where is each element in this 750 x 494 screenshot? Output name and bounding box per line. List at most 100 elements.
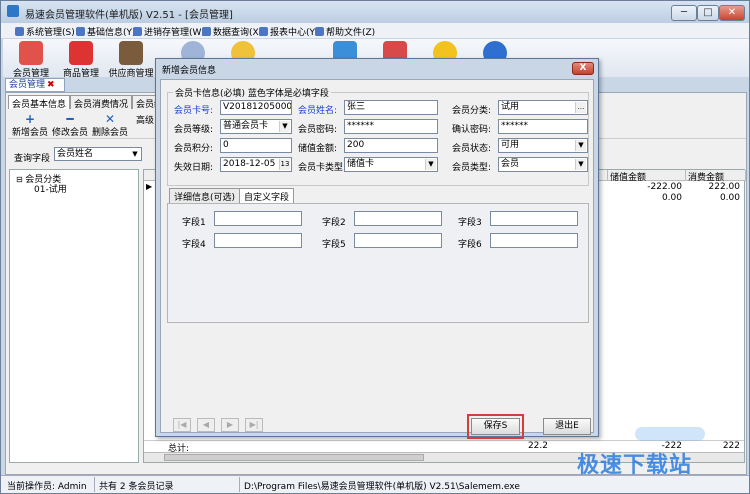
member-type-value: 会员 — [501, 159, 520, 169]
level-label: 会员等级: — [174, 125, 214, 135]
delete-member-button[interactable]: ✕ 删除会员 — [92, 113, 128, 138]
category-input[interactable]: 试用... — [498, 100, 588, 115]
grid-cell-balance[interactable]: 0.00 — [616, 193, 682, 203]
last-record-button[interactable]: ▶| — [245, 418, 263, 432]
query-field-value: 会员姓名 — [57, 149, 94, 159]
stored-input[interactable]: 200 — [344, 138, 438, 153]
maximize-button[interactable]: □ — [697, 5, 719, 21]
query-field-select[interactable]: 会员姓名 ▼ — [54, 147, 142, 161]
custom-field-2-input[interactable] — [354, 211, 442, 226]
points-input[interactable]: 0 — [220, 138, 292, 153]
minimize-button[interactable]: ─ — [671, 5, 697, 21]
product-icon — [69, 41, 93, 65]
app-icon — [7, 5, 19, 17]
row-pointer-icon: ▶ — [146, 182, 153, 191]
grid-footer-total: 22.2 — [527, 441, 548, 451]
menu-system[interactable]: 系统管理(S) — [15, 25, 75, 38]
close-button[interactable]: ✕ — [719, 5, 745, 21]
menu-query[interactable]: 数据查询(X) — [202, 25, 262, 38]
status-divider — [239, 477, 240, 492]
first-record-button[interactable]: |◀ — [173, 418, 191, 432]
grid-cell-balance[interactable]: -222.00 — [616, 182, 682, 192]
card-type-select[interactable]: 储值卡 ▼ — [344, 157, 438, 172]
custom-field-3-input[interactable] — [490, 211, 578, 226]
chevron-down-icon: ▼ — [425, 159, 436, 170]
scroll-thumb[interactable] — [164, 454, 424, 461]
status-count: 共有 2 条会员记录 — [99, 482, 174, 492]
card-info-group: 会员卡号: V201812050001 会员姓名: 张三 会员分类: 试用...… — [167, 92, 589, 186]
level-value: 普通会员卡 — [223, 121, 269, 131]
expire-date-input[interactable]: 2018-12-05 13 — [220, 157, 292, 172]
status-operator: 当前操作员: Admin — [7, 482, 87, 492]
menu-help[interactable]: 帮助文件(Z) — [315, 25, 375, 38]
state-select[interactable]: 可用 ▼ — [498, 138, 588, 153]
ellipsis-button[interactable]: ... — [575, 102, 586, 113]
confirm-input[interactable]: ****** — [498, 119, 588, 134]
tab-member-basic[interactable]: 会员基本信息 — [8, 95, 71, 110]
supplier-manage-button[interactable]: 供应商管理 — [107, 41, 155, 79]
custom-field-label: 字段4 — [182, 240, 206, 250]
prev-record-button[interactable]: ◀ — [197, 418, 215, 432]
dialog-close-button[interactable]: X — [572, 62, 594, 75]
grid-col-spent[interactable]: 消费金额 — [686, 170, 746, 183]
stored-label: 储值金额: — [298, 144, 338, 154]
add-member-button[interactable]: + 新增会员 — [12, 113, 48, 138]
advanced-button[interactable]: 高级 — [136, 113, 154, 126]
card-no-input[interactable]: V201812050001 — [220, 100, 292, 115]
button-label: 高级 — [136, 116, 155, 126]
watermark-swoosh — [635, 427, 705, 441]
chevron-down-icon: ▼ — [132, 150, 138, 158]
custom-field-1-input[interactable] — [214, 211, 302, 226]
custom-field-6-input[interactable] — [490, 233, 578, 248]
edit-member-button[interactable]: ━ 修改会员 — [52, 113, 88, 138]
plus-icon: + — [24, 112, 36, 126]
menu-label: 系统管理(S) — [26, 28, 75, 38]
level-select[interactable]: 普通会员卡 ▼ — [220, 119, 292, 134]
status-path: D:\Program Files\易速会员管理软件(单机版) V2.51\Sal… — [244, 482, 520, 492]
custom-field-4-input[interactable] — [214, 233, 302, 248]
next-record-button[interactable]: ▶ — [221, 418, 239, 432]
info-icon — [76, 27, 85, 36]
expire-date-value: 2018-12-05 — [223, 159, 276, 169]
close-icon[interactable]: ✖ — [47, 80, 55, 90]
doc-tab-member[interactable]: 会员管理 ✖ — [5, 78, 65, 92]
window-title: 易速会员管理软件(单机版) V2.51 - [会员管理] — [25, 10, 233, 21]
member-type-label: 会员类型: — [452, 163, 492, 173]
exit-button[interactable]: 退出E — [543, 418, 591, 435]
custom-field-label: 字段2 — [322, 218, 346, 228]
product-manage-button[interactable]: 商品管理 — [57, 41, 105, 79]
grid-cell-spent[interactable]: 0.00 — [690, 193, 740, 203]
custom-field-label: 字段5 — [322, 240, 346, 250]
category-value: 试用 — [501, 102, 520, 112]
chevron-down-icon: ▼ — [575, 159, 586, 170]
tree-item[interactable]: 01-试用 — [34, 182, 67, 195]
tab-member-consume[interactable]: 会员消费情况 — [70, 95, 133, 110]
menu-label: 报表中心(Y) — [270, 28, 319, 38]
custom-field-5-input[interactable] — [354, 233, 442, 248]
tab-detail-info[interactable]: 详细信息(可选) — [169, 188, 241, 203]
card-no-label: 会员卡号: — [174, 106, 214, 116]
save-button[interactable]: 保存S — [471, 418, 520, 435]
query-field-label: 查询字段 — [14, 154, 51, 164]
button-label: 新增会员 — [12, 128, 49, 138]
member-manage-button[interactable]: 会员管理 — [7, 41, 55, 79]
doc-tab-label: 会员管理 — [9, 80, 46, 90]
title-bar: 易速会员管理软件(单机版) V2.51 - [会员管理] ─ □ ✕ — [1, 1, 749, 23]
password-label: 会员密码: — [298, 125, 338, 135]
tab-custom-fields[interactable]: 自定义字段 — [239, 188, 295, 203]
password-input[interactable]: ****** — [344, 119, 438, 134]
grid-cell-spent[interactable]: 222.00 — [690, 182, 741, 192]
menu-basic[interactable]: 基础信息(Y) — [76, 25, 136, 38]
state-value: 可用 — [501, 140, 520, 150]
member-type-select[interactable]: 会员 ▼ — [498, 157, 588, 172]
menu-label: 进销存管理(W) — [144, 28, 205, 38]
dialog-title: 新增会员信息 — [162, 66, 217, 76]
custom-field-label: 字段1 — [182, 218, 206, 228]
name-input[interactable]: 张三 — [344, 100, 438, 115]
group-label: 会员卡信息(必填) 蓝色字体是必填字段 — [173, 86, 331, 99]
grid-col-balance[interactable]: 储值金额 — [608, 170, 686, 183]
menu-inventory[interactable]: 进销存管理(W) — [133, 25, 205, 38]
button-label: 删除会员 — [92, 128, 129, 138]
menu-reports[interactable]: 报表中心(Y) — [259, 25, 319, 38]
calendar-icon[interactable]: 13 — [279, 159, 290, 170]
